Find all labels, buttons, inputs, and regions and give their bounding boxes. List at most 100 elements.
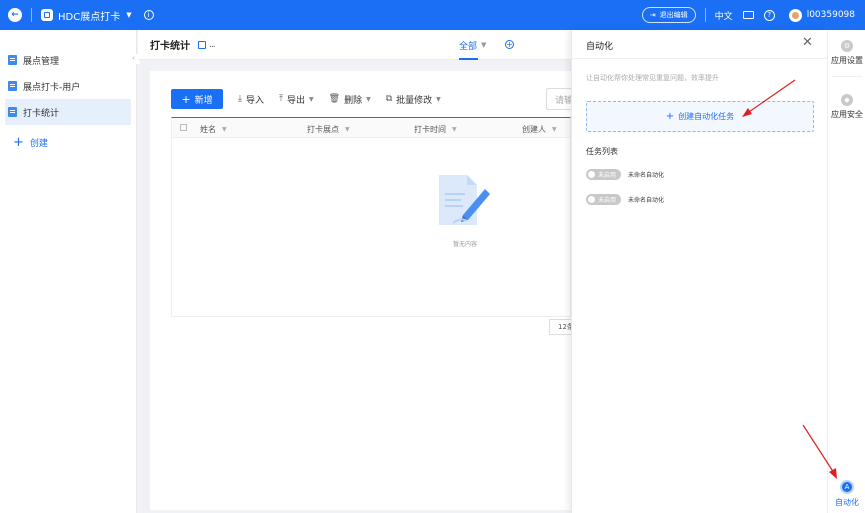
close-icon[interactable]: ✕ <box>802 36 813 49</box>
trash-icon: 🗑 <box>328 94 341 104</box>
top-bar: ← HDC展点打卡 ▼ i ⇥ 退出编辑 中文 ? l00359098 <box>0 0 865 30</box>
empty-illustration <box>439 175 490 225</box>
column-label: 打卡展点 <box>307 125 339 134</box>
create-label: 创建 <box>29 138 48 149</box>
toggle-label: 未启用 <box>598 197 617 204</box>
plus-icon: + <box>665 110 675 122</box>
automation-label: 自动化 <box>835 498 859 507</box>
caret-down-icon: ▼ <box>309 95 314 103</box>
info-icon[interactable]: i <box>143 10 154 20</box>
column-header[interactable]: 创建人 ▼ <box>522 124 557 135</box>
caret-down-icon[interactable]: ▼ <box>481 41 486 49</box>
empty-text: 暂无内容 <box>453 241 478 248</box>
automation-panel: 自动化 ✕ 让自动化帮你处理常见重复问题，效率提升 + 创建自动化任务 任务列表… <box>571 30 828 513</box>
tab-label: 全部 <box>459 41 478 52</box>
app-security-label: 应用安全 <box>831 110 863 119</box>
automation-button[interactable]: A 自动化 <box>828 480 865 508</box>
column-label: 姓名 <box>200 125 216 134</box>
caret-down-icon[interactable]: ▼ <box>126 11 131 19</box>
app-settings-label: 应用设置 <box>831 56 863 65</box>
task-item[interactable]: 未启用 未命名自动化 <box>586 169 664 180</box>
more-icon[interactable]: ... <box>209 40 216 50</box>
app-settings-button[interactable]: ⚙ 应用设置 <box>828 40 865 66</box>
create-automation-button[interactable]: + 创建自动化任务 <box>586 101 814 132</box>
sidebar-item-checkin-stats[interactable]: 打卡统计 <box>5 99 131 125</box>
caret-down-icon: ▼ <box>552 126 557 133</box>
panel-description: 让自动化帮你处理常见重复问题，效率提升 <box>586 74 719 82</box>
delete-button[interactable]: 🗑 删除 ▼ <box>329 93 371 106</box>
caret-down-icon: ▼ <box>222 126 227 133</box>
panel-title: 自动化 <box>586 42 614 52</box>
task-list-title: 任务列表 <box>586 147 618 156</box>
new-label: 新增 <box>194 95 213 106</box>
plus-icon: + <box>13 134 24 150</box>
divider <box>572 58 828 59</box>
column-header[interactable]: 打卡时间 ▼ <box>414 124 457 135</box>
page-size-value: 12条 <box>558 323 571 331</box>
import-icon: ⤓ <box>238 94 242 104</box>
batch-edit-label: 批量修改 <box>396 95 433 106</box>
task-toggle[interactable]: 未启用 <box>586 194 621 205</box>
caret-down-icon: ▼ <box>366 95 371 103</box>
sidebar-create-button[interactable]: + 创建 <box>5 129 131 155</box>
add-view-icon[interactable]: + <box>505 40 514 49</box>
sidebar-item-label: 打卡统计 <box>23 108 60 119</box>
username[interactable]: l00359098 <box>807 10 855 20</box>
caret-down-icon: ▼ <box>452 126 457 133</box>
batch-edit-icon: ⧉ <box>385 94 393 104</box>
caret-down-icon: ▼ <box>345 126 350 133</box>
content-card: + 新增 ⤓ 导入 ⤒ 导出 ▼ 🗑 删除 ▼ ⧉ 批量修改 ▼ 请输 姓名 ▼… <box>150 71 576 510</box>
exit-edit-button[interactable]: ⇥ 退出编辑 <box>641 7 696 23</box>
avatar[interactable] <box>788 8 802 22</box>
import-button[interactable]: ⤓ 导入 <box>238 93 264 106</box>
topbar-actions: ⇥ 退出编辑 中文 ? l00359098 <box>641 7 855 23</box>
language-switch[interactable]: 中文 <box>715 9 733 22</box>
app-name[interactable]: HDC展点打卡 <box>58 8 120 23</box>
export-button[interactable]: ⤒ 导出 ▼ <box>279 93 314 106</box>
exit-edit-label: 退出编辑 <box>659 11 688 19</box>
exit-icon: ⇥ <box>649 11 656 19</box>
column-header[interactable]: 姓名 ▼ <box>200 124 227 135</box>
automation-icon: A <box>840 480 854 494</box>
select-all-checkbox[interactable] <box>180 124 187 131</box>
help-icon[interactable]: ? <box>763 9 775 21</box>
task-name: 未命名自动化 <box>628 172 665 179</box>
export-label: 导出 <box>286 95 305 106</box>
data-table: 姓名 ▼ 打卡展点 ▼ 打卡时间 ▼ 创建人 ▼ <box>171 117 571 317</box>
divider <box>832 76 862 77</box>
task-item[interactable]: 未启用 未命名自动化 <box>586 194 664 205</box>
divider <box>31 8 32 22</box>
back-icon[interactable]: ← <box>8 8 22 22</box>
page-header: 打卡统计 ... 全部 ▼ + <box>138 30 571 60</box>
task-toggle[interactable]: 未启用 <box>586 169 621 180</box>
shield-icon: ◆ <box>841 94 853 106</box>
batch-edit-button[interactable]: ⧉ 批量修改 ▼ <box>386 93 441 106</box>
mail-icon[interactable] <box>742 11 754 19</box>
form-icon <box>8 55 17 65</box>
page-title: 打卡统计 <box>150 41 190 52</box>
sidebar-item-label: 展点管理 <box>23 56 60 67</box>
toggle-label: 未启用 <box>598 172 617 179</box>
form-icon <box>8 107 17 117</box>
sidebar: ‹ 展点管理 展点打卡-用户 打卡统计 + 创建 <box>0 30 140 513</box>
column-header[interactable]: 打卡展点 ▼ <box>307 124 350 135</box>
sidebar-item-label: 展点打卡-用户 <box>23 82 81 93</box>
column-label: 打卡时间 <box>414 125 446 134</box>
tab-all[interactable]: 全部 ▼ <box>459 30 486 60</box>
gear-icon: ⚙ <box>841 40 853 52</box>
create-automation-label: 创建自动化任务 <box>678 112 735 121</box>
export-icon: ⤒ <box>279 94 283 104</box>
task-name: 未命名自动化 <box>628 197 665 204</box>
new-button[interactable]: + 新增 <box>171 89 223 109</box>
divider <box>704 8 706 22</box>
plus-icon: + <box>181 92 191 106</box>
delete-label: 删除 <box>344 95 363 106</box>
app-security-button[interactable]: ◆ 应用安全 <box>828 94 865 120</box>
sidebar-item-exhibit-checkin-user[interactable]: 展点打卡-用户 <box>5 73 131 99</box>
column-label: 创建人 <box>522 125 546 134</box>
edit-icon[interactable] <box>198 40 206 49</box>
page-size-select[interactable]: 12条 <box>549 319 571 335</box>
import-label: 导入 <box>245 95 264 106</box>
sidebar-item-exhibit-management[interactable]: 展点管理 <box>5 47 131 73</box>
toolbar: + 新增 ⤓ 导入 ⤒ 导出 ▼ 🗑 删除 ▼ ⧉ 批量修改 ▼ <box>171 89 441 109</box>
